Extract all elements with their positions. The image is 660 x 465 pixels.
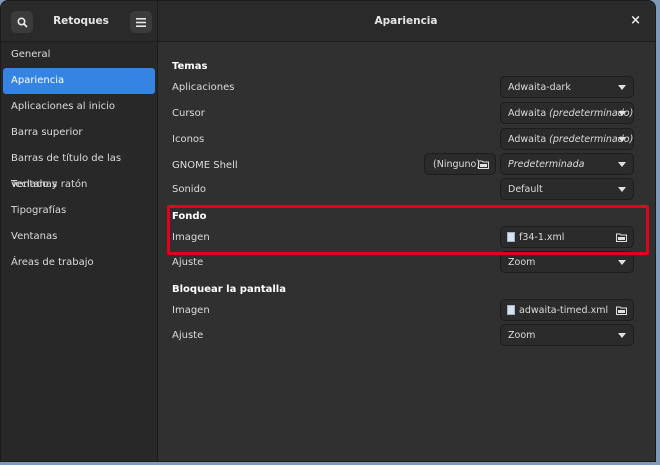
sidebar-item-tipografias[interactable]: Tipografías [1, 198, 157, 224]
sidebar-item-teclado-raton[interactable]: Teclado y ratón [1, 172, 157, 198]
sidebar-item-ventanas[interactable]: Ventanas [1, 224, 157, 250]
highlight-box [167, 205, 649, 255]
hamburger-icon [136, 17, 146, 27]
chevron-down-icon [618, 85, 626, 90]
iconos-theme-value: Adwaita [508, 133, 550, 145]
sidebar-item-apariencia[interactable]: Apariencia [3, 68, 155, 94]
sidebar-item-areas-trabajo[interactable]: Áreas de trabajo [1, 250, 157, 276]
cursor-label: Cursor [172, 108, 205, 119]
lockscreen-adjust-combo[interactable]: Zoom [500, 324, 634, 346]
app-title: Retoques [53, 15, 109, 27]
background-adjust-value: Zoom [508, 256, 536, 268]
page-title: Apariencia [374, 15, 438, 27]
shell-theme-value: Predeterminada [508, 158, 585, 170]
sidebar-item-barra-superior[interactable]: Barra superior [1, 120, 157, 146]
sidebar-item-barras-titulo[interactable]: Barras de título de las ventanas [1, 146, 157, 190]
shell-theme-file-button[interactable]: (Ninguno) [424, 153, 496, 175]
open-folder-icon [478, 160, 489, 169]
fondo-ajuste-label: Ajuste [172, 257, 204, 268]
chevron-down-icon [618, 137, 626, 142]
sidebar-header: Retoques [1, 1, 158, 41]
shell-theme-none-label: (Ninguno) [433, 158, 481, 170]
lockscreen-adjust-value: Zoom [508, 329, 536, 341]
chevron-down-icon [618, 111, 626, 116]
sidebar-item-aplicaciones-inicio[interactable]: Aplicaciones al inicio [1, 94, 157, 120]
open-folder-icon [616, 306, 627, 315]
sound-theme-value: Default [508, 183, 543, 195]
tweaks-window: Retoques Apariencia × General Apariencia… [0, 0, 656, 462]
bloqueo-imagen-label: Imagen [172, 305, 210, 316]
chevron-down-icon [618, 162, 626, 167]
sonido-label: Sonido [172, 184, 207, 195]
sidebar-item-general[interactable]: General [1, 42, 157, 68]
search-icon [16, 16, 28, 28]
search-button[interactable] [11, 11, 33, 33]
cursor-theme-value: Adwaita [508, 107, 550, 119]
aplicaciones-label: Aplicaciones [172, 82, 235, 93]
menu-button[interactable] [130, 11, 152, 33]
bloqueo-ajuste-label: Ajuste [172, 330, 204, 341]
document-icon [507, 305, 515, 315]
iconos-label: Iconos [172, 134, 205, 145]
close-icon: × [630, 13, 641, 28]
temas-heading: Temas [172, 61, 208, 72]
lockscreen-image-chooser[interactable]: adwaita-timed.xml [500, 299, 634, 321]
lockscreen-image-file: adwaita-timed.xml [519, 304, 609, 316]
bloqueo-heading: Bloquear la pantalla [172, 284, 286, 295]
chevron-down-icon [618, 333, 626, 338]
sidebar: General Apariencia Aplicaciones al inici… [1, 42, 158, 461]
shell-theme-combo[interactable]: Predeterminada [500, 153, 634, 175]
iconos-theme-combo[interactable]: Adwaita (predeterminado) [500, 128, 634, 150]
chevron-down-icon [618, 260, 626, 265]
chevron-down-icon [618, 187, 626, 192]
header-bar: Retoques Apariencia × [1, 1, 655, 42]
close-button[interactable]: × [630, 13, 641, 28]
cursor-theme-combo[interactable]: Adwaita (predeterminado) [500, 102, 634, 124]
gnome-shell-label: GNOME Shell [172, 160, 238, 171]
aplicaciones-theme-combo[interactable]: Adwaita-dark [500, 76, 634, 98]
sound-theme-combo[interactable]: Default [500, 178, 634, 200]
aplicaciones-theme-value: Adwaita-dark [508, 81, 571, 93]
